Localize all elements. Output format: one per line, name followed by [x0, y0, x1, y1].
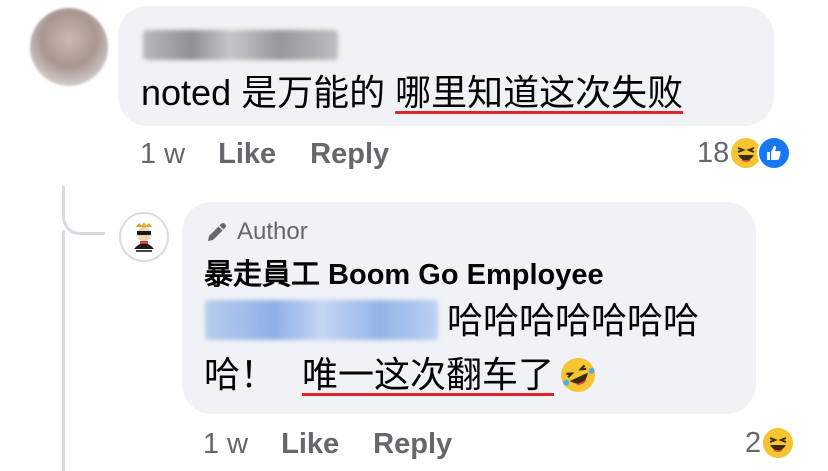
reply-like-button[interactable]: Like	[281, 426, 339, 462]
reply-text-prefix: 哈！	[204, 354, 277, 395]
mention-tag-redacted[interactable]	[205, 300, 438, 340]
pencil-icon	[208, 223, 226, 241]
reply-actions: 1 w Like Reply	[203, 426, 452, 462]
comment-text-plain: noted 是万能的	[141, 72, 396, 113]
reaction-count: 18	[697, 136, 730, 169]
commenter-avatar[interactable]	[30, 8, 108, 86]
author-badge-label: Author	[237, 218, 308, 245]
reply-text-line2: 哈！ 唯一这次翻车了	[204, 352, 598, 398]
reply-reaction-count: 2	[745, 426, 762, 459]
reply-text-line1: 哈哈哈哈哈哈哈	[447, 300, 700, 341]
rofl-emoji-icon	[558, 355, 598, 395]
comment-text: noted 是万能的 哪里知道这次失败	[141, 70, 683, 116]
author-badge: Author	[205, 216, 308, 248]
comment-actions: 1 w Like Reply	[140, 136, 389, 172]
comment-thread: noted 是万能的 哪里知道这次失败 1 w Like Reply 18 Au…	[0, 0, 828, 471]
haha-emoji-icon	[761, 426, 796, 460]
author-avatar[interactable]	[119, 212, 169, 262]
author-name[interactable]: 暴走員工 Boom Go Employee	[204, 256, 604, 294]
like-button[interactable]: Like	[218, 136, 276, 172]
reply-reply-button[interactable]: Reply	[373, 426, 452, 462]
like-thumb-icon	[757, 136, 792, 170]
reply-reaction-summary[interactable]: 2	[745, 426, 796, 460]
author-logo-icon	[125, 218, 163, 256]
comment-text-underlined: 哪里知道这次失败	[395, 72, 684, 113]
reply-button[interactable]: Reply	[310, 136, 389, 172]
reply-text-underlined: 唯一这次翻车了	[302, 354, 555, 395]
reaction-summary[interactable]: 18	[697, 136, 792, 170]
thread-connector-vertical	[62, 230, 65, 471]
reply-timestamp[interactable]: 1 w	[203, 426, 248, 462]
thread-connector	[62, 186, 105, 235]
commenter-name-redacted[interactable]	[143, 30, 338, 60]
comment-timestamp[interactable]: 1 w	[140, 136, 185, 172]
